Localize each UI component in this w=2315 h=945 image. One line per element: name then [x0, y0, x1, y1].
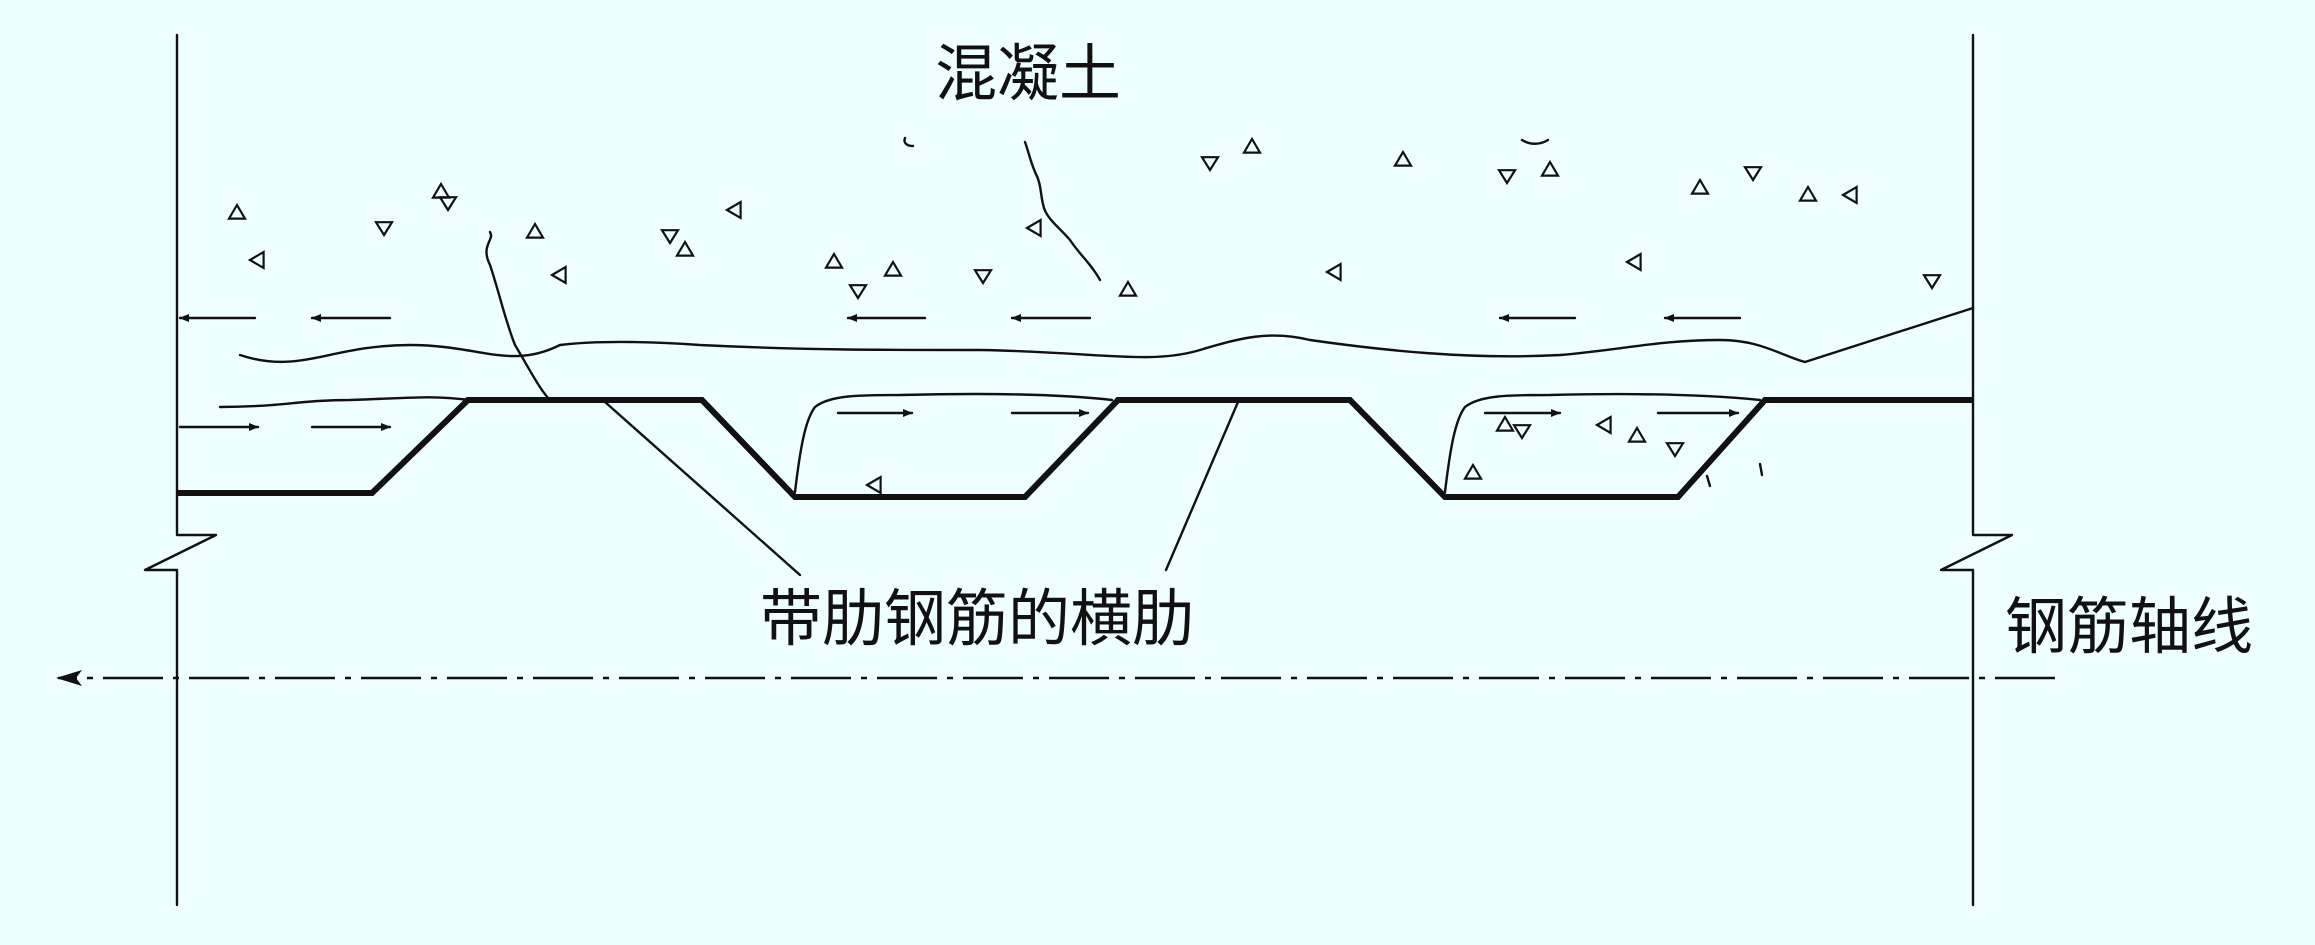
aggregate-particle [1512, 424, 1532, 441]
aggregate-particle [1624, 252, 1642, 272]
aggregate-particle [1594, 415, 1612, 435]
rebar-axis-label: 钢筋轴线 [2005, 590, 2253, 663]
aggregate-particle [1840, 185, 1858, 205]
crack-fragment-2 [1520, 138, 1550, 145]
crack-fragment-1 [903, 136, 915, 148]
transverse-rib-label: 带肋钢筋的横肋 [760, 582, 1194, 655]
crushed-zone-2 [1443, 392, 1762, 494]
aggregate-particle [848, 284, 868, 301]
aggregate-particle [824, 251, 844, 269]
crack-line-2 [1023, 140, 1102, 282]
aggregate-particle [1393, 149, 1413, 167]
aggregate-particle [549, 265, 567, 285]
aggregate-particle [1627, 425, 1647, 443]
aggregate-particle [525, 221, 545, 239]
aggregate-particle [227, 202, 247, 220]
crack-line-1 [485, 230, 552, 402]
aggregate-particle [1463, 462, 1483, 480]
aggregate-particle [438, 196, 458, 213]
aggregate-particle [1743, 166, 1763, 183]
interface-flow-line [218, 396, 472, 409]
right-boundary-line [1939, 33, 2014, 907]
aggregate-particle [1495, 414, 1515, 432]
crack-fragment-4 [1758, 462, 1764, 477]
aggregate-particle [1540, 159, 1560, 177]
aggregate-particle [973, 269, 993, 286]
aggregate-particle [675, 239, 695, 257]
aggregate-particle [1242, 136, 1262, 154]
aggregate-particle [1324, 262, 1342, 282]
aggregate-particle [1200, 156, 1220, 173]
crushed-zone-1 [793, 392, 1114, 494]
aggregate-particle [431, 181, 451, 199]
aggregate-particle [864, 475, 882, 495]
concrete-label: 混凝土 [935, 37, 1121, 110]
aggregate-particle [1922, 274, 1942, 291]
left-boundary-line [143, 33, 218, 907]
crack-fragment-3 [1705, 474, 1712, 488]
leader-line-2 [1164, 400, 1240, 572]
aggregate-particle [247, 250, 265, 270]
aggregate-particle [883, 259, 903, 277]
aggregate-particle [1118, 279, 1138, 297]
aggregate-particle [1024, 218, 1042, 238]
concrete-surface-line [238, 306, 1975, 364]
aggregate-particles [227, 136, 1942, 495]
aggregate-particle [1665, 442, 1685, 459]
aggregate-particle [660, 229, 680, 246]
aggregate-particle [374, 221, 394, 238]
aggregate-particle [1798, 184, 1818, 202]
leader-line-1 [603, 400, 802, 577]
aggregate-particle [1497, 169, 1517, 186]
aggregate-particle [1690, 177, 1710, 195]
bond-mechanism-diagram: 混凝土 带肋钢筋的横肋 钢筋轴线 [56, 33, 2253, 907]
aggregate-particle [724, 200, 742, 220]
rebar-rib-profile [177, 397, 1973, 500]
